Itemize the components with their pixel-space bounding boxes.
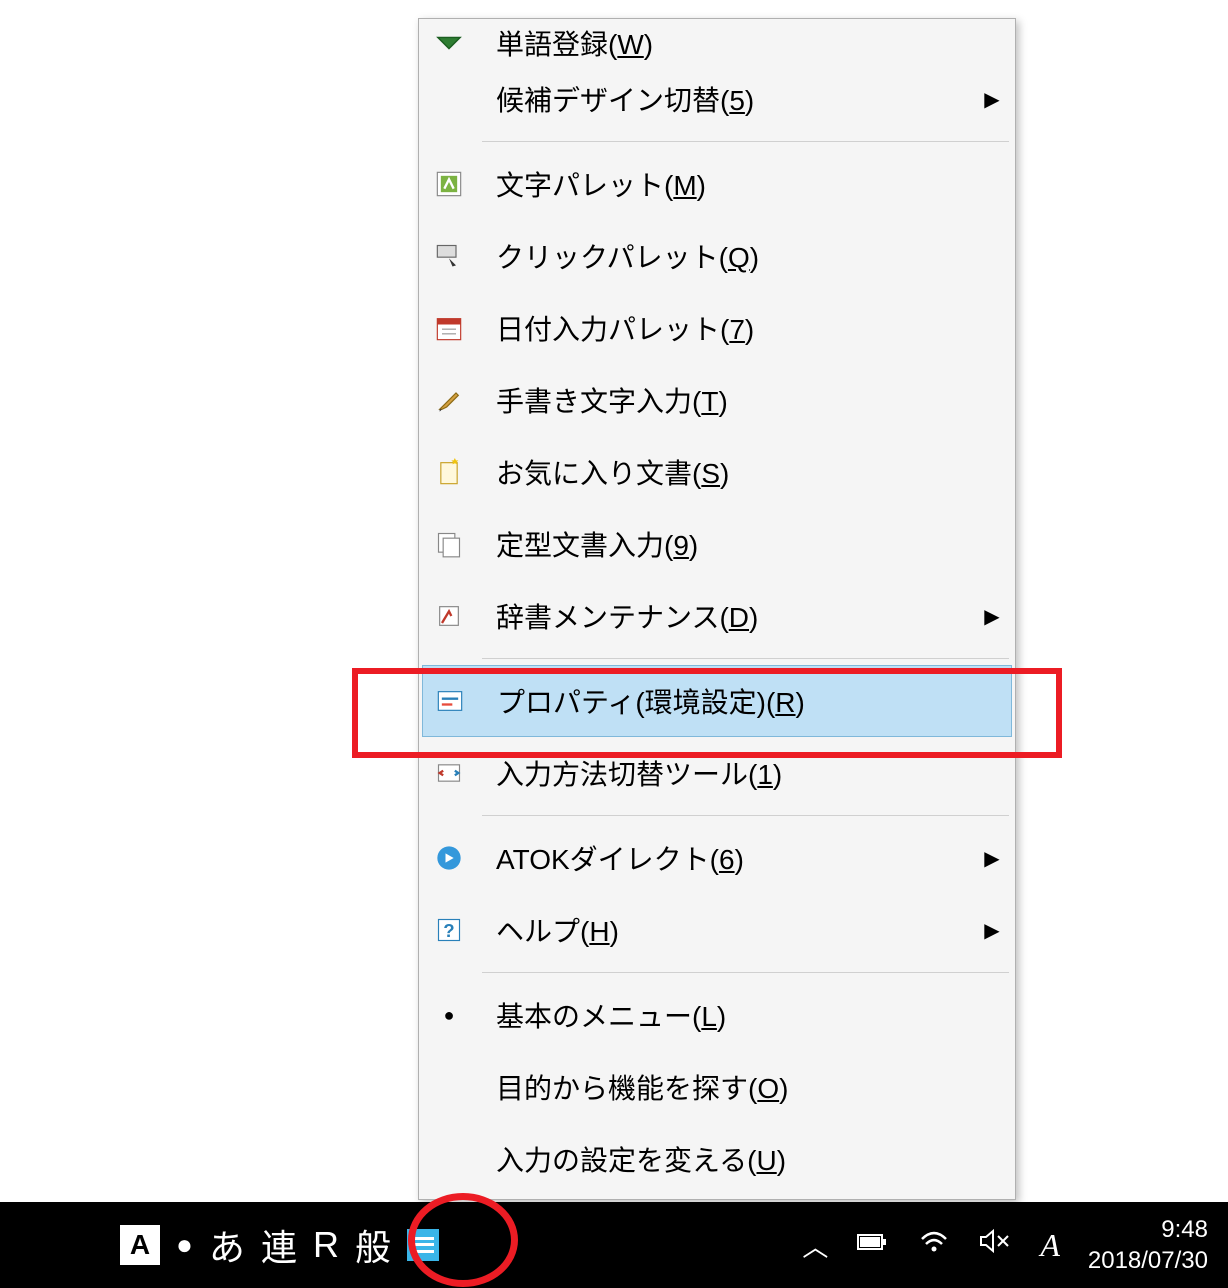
- context-menu: 単語登録(W) 候補デザイン切替(5) ▶ 文字パレット(M) クリックパレット…: [418, 18, 1016, 1200]
- click-palette-icon: [422, 220, 476, 292]
- menu-item-template-doc[interactable]: 定型文書入力(9): [422, 508, 1012, 580]
- ime-menu-button[interactable]: [407, 1229, 439, 1261]
- dictionary-icon: [422, 580, 476, 652]
- menu-item-change-input-settings[interactable]: 入力の設定を変える(U): [422, 1123, 1012, 1195]
- char-palette-icon: [422, 148, 476, 220]
- menu-separator: [482, 972, 1009, 973]
- menu-item-find-by-purpose[interactable]: 目的から機能を探す(O): [422, 1051, 1012, 1123]
- menu-item-date-palette[interactable]: 日付入力パレット(7): [422, 292, 1012, 364]
- input-switch-icon: [422, 737, 476, 809]
- menu-label: 基本のメニュー(L): [476, 995, 1012, 1035]
- down-triangle-icon: [422, 23, 476, 63]
- battery-icon[interactable]: [856, 1228, 890, 1262]
- system-tray: ︿ A 9:48 2018/07/30: [802, 1214, 1228, 1276]
- handwriting-icon: [422, 364, 476, 436]
- ime-mode-r[interactable]: R: [313, 1224, 339, 1266]
- wifi-icon[interactable]: [918, 1227, 950, 1263]
- menu-label: 入力方法切替ツール(1): [476, 753, 1012, 793]
- help-icon: ?: [422, 894, 476, 966]
- template-doc-icon: [422, 508, 476, 580]
- tray-chevron-icon[interactable]: ︿: [802, 1227, 828, 1264]
- menu-item-help[interactable]: ? ヘルプ(H) ▶: [422, 894, 1012, 966]
- menu-item-click-palette[interactable]: クリックパレット(Q): [422, 220, 1012, 292]
- favorite-doc-icon: [422, 436, 476, 508]
- submenu-arrow-icon: ▶: [972, 918, 1012, 943]
- submenu-arrow-icon: ▶: [972, 604, 1012, 629]
- menu-item-input-switch[interactable]: 入力方法切替ツール(1): [422, 737, 1012, 809]
- menu-label: 辞書メンテナンス(D): [476, 596, 972, 636]
- ime-indicator-icon[interactable]: A: [1040, 1227, 1060, 1264]
- menu-item-candidate-design[interactable]: 候補デザイン切替(5) ▶: [422, 63, 1012, 135]
- ime-mode-ren[interactable]: 連: [261, 1219, 297, 1271]
- ime-status-dot[interactable]: ●: [176, 1229, 193, 1261]
- atok-app-icon[interactable]: A: [120, 1225, 160, 1265]
- taskbar: A ● あ 連 R 般 ︿ A 9:48 2018/07/30: [0, 1202, 1228, 1288]
- volume-mute-icon[interactable]: [978, 1227, 1012, 1263]
- menu-label: 日付入力パレット(7): [476, 308, 1012, 348]
- menu-label: 入力の設定を変える(U): [476, 1139, 1012, 1179]
- clock-date: 2018/07/30: [1088, 1245, 1208, 1276]
- menu-label: お気に入り文書(S): [476, 452, 1012, 492]
- properties-icon: [423, 666, 477, 736]
- submenu-arrow-icon: ▶: [972, 87, 1012, 112]
- submenu-arrow-icon: ▶: [972, 846, 1012, 871]
- menu-label: ATOKダイレクト(6): [476, 838, 972, 878]
- taskbar-clock[interactable]: 9:48 2018/07/30: [1088, 1214, 1208, 1276]
- menu-item-favorite-doc[interactable]: お気に入り文書(S): [422, 436, 1012, 508]
- menu-item-word-register[interactable]: 単語登録(W): [422, 23, 1012, 63]
- svg-text:?: ?: [443, 920, 454, 941]
- menu-label: 手書き文字入力(T): [476, 380, 1012, 420]
- clock-time: 9:48: [1088, 1214, 1208, 1245]
- bullet-icon: ●: [422, 979, 476, 1051]
- menu-label: 定型文書入力(9): [476, 524, 1012, 564]
- menu-label: ヘルプ(H): [476, 910, 972, 950]
- date-palette-icon: [422, 292, 476, 364]
- menu-item-atok-direct[interactable]: ATOKダイレクト(6) ▶: [422, 822, 1012, 894]
- menu-label: プロパティ(環境設定)(R): [477, 681, 1011, 721]
- menu-label: 文字パレット(M): [476, 164, 1012, 204]
- menu-item-char-palette[interactable]: 文字パレット(M): [422, 148, 1012, 220]
- menu-item-properties[interactable]: プロパティ(環境設定)(R): [422, 665, 1012, 737]
- menu-item-basic-menu[interactable]: ● 基本のメニュー(L): [422, 979, 1012, 1051]
- menu-separator: [482, 815, 1009, 816]
- menu-label: 候補デザイン切替(5): [476, 79, 972, 119]
- ime-mode-han[interactable]: 般: [355, 1219, 391, 1271]
- menu-label: クリックパレット(Q): [476, 236, 1012, 276]
- ime-mode-hiragana[interactable]: あ: [209, 1219, 245, 1271]
- menu-label: 目的から機能を探す(O): [476, 1067, 1012, 1107]
- menu-separator: [482, 658, 1009, 659]
- menu-label: 単語登録(W): [476, 23, 1012, 63]
- ime-language-bar: A ● あ 連 R 般: [120, 1219, 439, 1271]
- menu-separator: [482, 141, 1009, 142]
- menu-item-dictionary[interactable]: 辞書メンテナンス(D) ▶: [422, 580, 1012, 652]
- menu-item-handwriting[interactable]: 手書き文字入力(T): [422, 364, 1012, 436]
- atok-direct-icon: [422, 822, 476, 894]
